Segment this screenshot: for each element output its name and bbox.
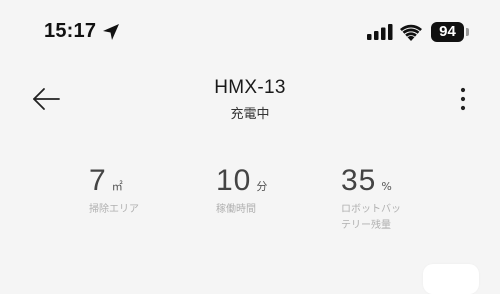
more-vertical-icon	[460, 87, 466, 111]
wifi-icon	[400, 24, 422, 41]
run-time-value: 10	[216, 164, 252, 197]
status-time: 15:17	[44, 20, 97, 42]
run-time-label: 稼働時間	[216, 204, 256, 215]
stat-cleaned-area: 7 ㎡ 掃除エリア	[89, 164, 139, 218]
run-time-unit: 分	[256, 180, 268, 193]
robot-battery-value: 35	[341, 164, 377, 197]
location-arrow-icon	[103, 24, 119, 40]
cleaned-area-label: 掃除エリア	[89, 204, 139, 215]
robot-battery-label-line1: ロボットバッ	[341, 204, 401, 215]
device-status: 充電中	[230, 107, 270, 122]
arrow-left-icon	[33, 88, 60, 110]
cellular-signal-icon	[367, 24, 393, 40]
battery-level: 94	[439, 23, 456, 40]
cleaned-area-value: 7	[89, 164, 107, 197]
robot-battery-unit: %	[381, 180, 392, 193]
battery-cap	[466, 28, 469, 36]
robot-battery-label: ロボットバッ テリー残量	[341, 202, 411, 234]
more-menu-button[interactable]	[454, 86, 472, 112]
cleaned-area-unit: ㎡	[111, 180, 123, 193]
back-button[interactable]	[30, 86, 62, 112]
partial-card[interactable]	[423, 264, 479, 294]
status-bar: 15:17 94	[0, 0, 500, 60]
device-header: HMX-13 充電中	[150, 77, 350, 122]
device-name: HMX-13	[214, 77, 286, 98]
robot-battery-label-line2: テリー残量	[341, 220, 391, 231]
battery-icon: 94	[431, 22, 464, 42]
stat-run-time: 10 分 稼働時間	[216, 164, 267, 218]
stat-robot-battery: 35 % ロボットバッ テリー残量	[341, 164, 411, 234]
